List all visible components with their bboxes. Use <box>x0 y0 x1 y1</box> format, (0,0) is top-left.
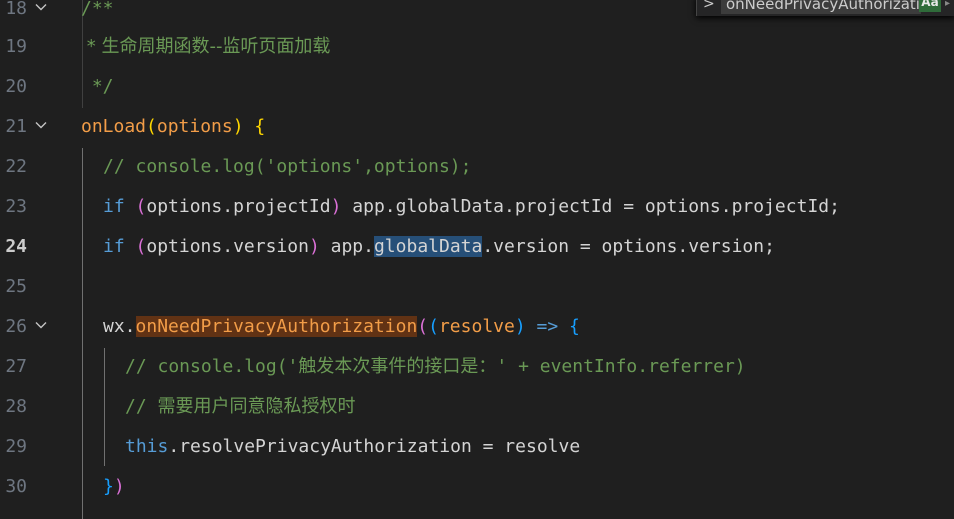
code-text: /** <box>81 0 114 19</box>
find-widget: > onNeedPrivacyAuthorization Aa ▸ <box>696 0 954 16</box>
code-text: * 生命周期函数--监听页面加载 <box>81 36 331 57</box>
code-text: // console.log('options',options); <box>103 156 472 177</box>
code-line-active[interactable]: 24 if (options.version) app.globalData.v… <box>0 227 954 267</box>
code-line[interactable]: 19 * 生命周期函数--监听页面加载 <box>0 27 954 67</box>
code-line[interactable]: 27 // console.log('触发本次事件的接口是：' + eventI… <box>0 347 954 387</box>
line-number: 18 <box>5 0 27 19</box>
code-text: // console.log('触发本次事件的接口是：' + eventInfo… <box>125 356 746 377</box>
match-case-button[interactable]: Aa <box>919 0 941 12</box>
line-number: 19 <box>5 36 27 57</box>
line-number: 20 <box>5 76 27 97</box>
line-number: 25 <box>5 276 27 297</box>
chevron-down-icon[interactable] <box>34 318 48 332</box>
code-text: }) <box>103 476 125 497</box>
find-input[interactable]: onNeedPrivacyAuthorization <box>721 0 921 14</box>
line-number: 24 <box>5 236 27 257</box>
code-text: wx.onNeedPrivacyAuthorization((resolve) … <box>103 316 580 337</box>
code-text: onLoad(options) { <box>81 116 266 137</box>
code-line[interactable]: 28 // 需要用户同意隐私授权时 <box>0 387 954 427</box>
code-line[interactable]: 23 if (options.projectId) app.globalData… <box>0 187 954 227</box>
word-highlight: globalData <box>373 236 483 257</box>
code-line[interactable]: 21 onLoad(options) { <box>0 107 954 147</box>
code-line[interactable]: 29 this.resolvePrivacyAuthorization = re… <box>0 427 954 467</box>
line-number: 23 <box>5 196 27 217</box>
line-number: 29 <box>5 436 27 457</box>
search-match-highlight: onNeedPrivacyAuthorization <box>135 316 418 337</box>
toggle-replace-chevron-icon[interactable]: > <box>703 0 717 14</box>
chevron-down-icon[interactable] <box>34 0 48 14</box>
code-text: */ <box>81 76 114 97</box>
code-line[interactable]: 22 // console.log('options',options); <box>0 147 954 187</box>
code-line[interactable]: 20 */ <box>0 67 954 107</box>
line-number: 28 <box>5 396 27 417</box>
line-number: 26 <box>5 316 27 337</box>
chevron-down-icon[interactable] <box>34 118 48 132</box>
line-number: 21 <box>5 116 27 137</box>
code-text: this.resolvePrivacyAuthorization = resol… <box>125 436 581 457</box>
code-text: // 需要用户同意隐私授权时 <box>125 396 356 417</box>
line-number: 30 <box>5 476 27 497</box>
code-text: if (options.projectId) app.globalData.pr… <box>103 196 840 217</box>
code-editor[interactable]: 18 /** 19 * 生命周期函数--监听页面加载 20 */ 21 onLo… <box>0 0 954 519</box>
code-line[interactable]: 25 <box>0 267 954 307</box>
code-line[interactable]: 26 wx.onNeedPrivacyAuthorization((resolv… <box>0 307 954 347</box>
more-options-icon[interactable]: ▸ <box>945 0 954 14</box>
code-line[interactable]: 30 }) <box>0 467 954 507</box>
line-number: 22 <box>5 156 27 177</box>
line-number: 27 <box>5 356 27 377</box>
code-text: if (options.version) app.globalData.vers… <box>103 236 775 257</box>
